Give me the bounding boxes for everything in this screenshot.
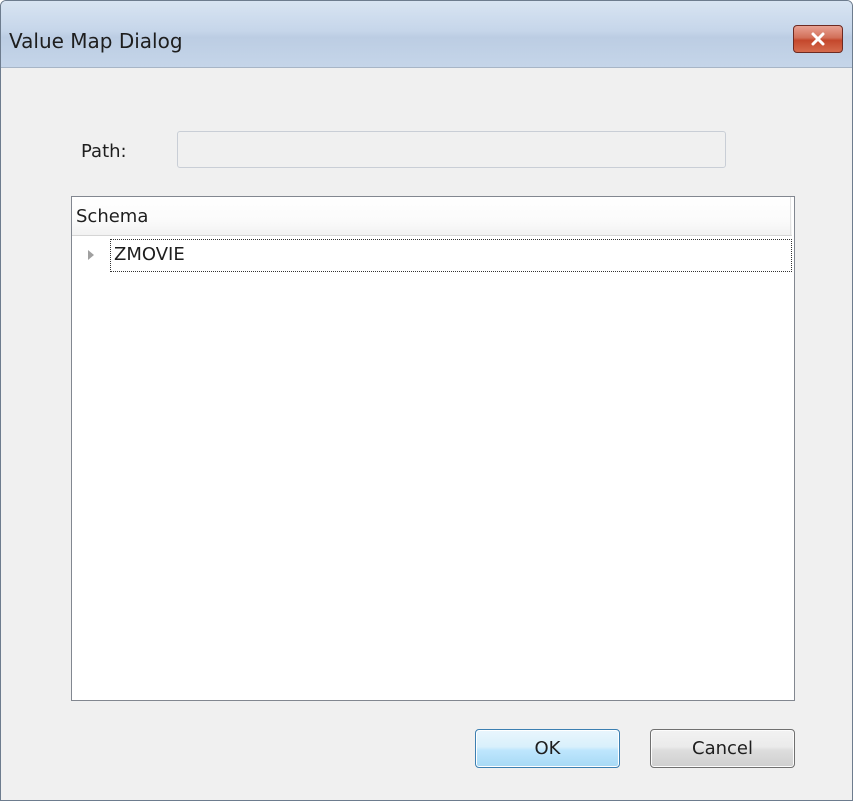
path-input[interactable] bbox=[177, 131, 726, 168]
schema-tree[interactable]: Schema ZMOVIE bbox=[71, 196, 795, 701]
window-title: Value Map Dialog bbox=[9, 29, 183, 53]
ok-button[interactable]: OK bbox=[475, 729, 620, 768]
close-icon bbox=[811, 32, 825, 46]
value-map-dialog: Value Map Dialog Path: Schema ZMOVIE OK … bbox=[0, 0, 853, 801]
header-divider bbox=[790, 197, 791, 235]
title-bar[interactable]: Value Map Dialog bbox=[1, 1, 852, 68]
tree-item-label: ZMOVIE bbox=[114, 244, 185, 265]
tree-item-zmovie[interactable]: ZMOVIE bbox=[110, 239, 792, 272]
tree-column-header[interactable]: Schema bbox=[72, 197, 792, 236]
column-header-label: Schema bbox=[76, 206, 149, 227]
cancel-button[interactable]: Cancel bbox=[650, 729, 795, 768]
close-button[interactable] bbox=[793, 25, 843, 53]
path-label: Path: bbox=[81, 141, 127, 162]
triangle-right-icon[interactable] bbox=[86, 249, 96, 261]
